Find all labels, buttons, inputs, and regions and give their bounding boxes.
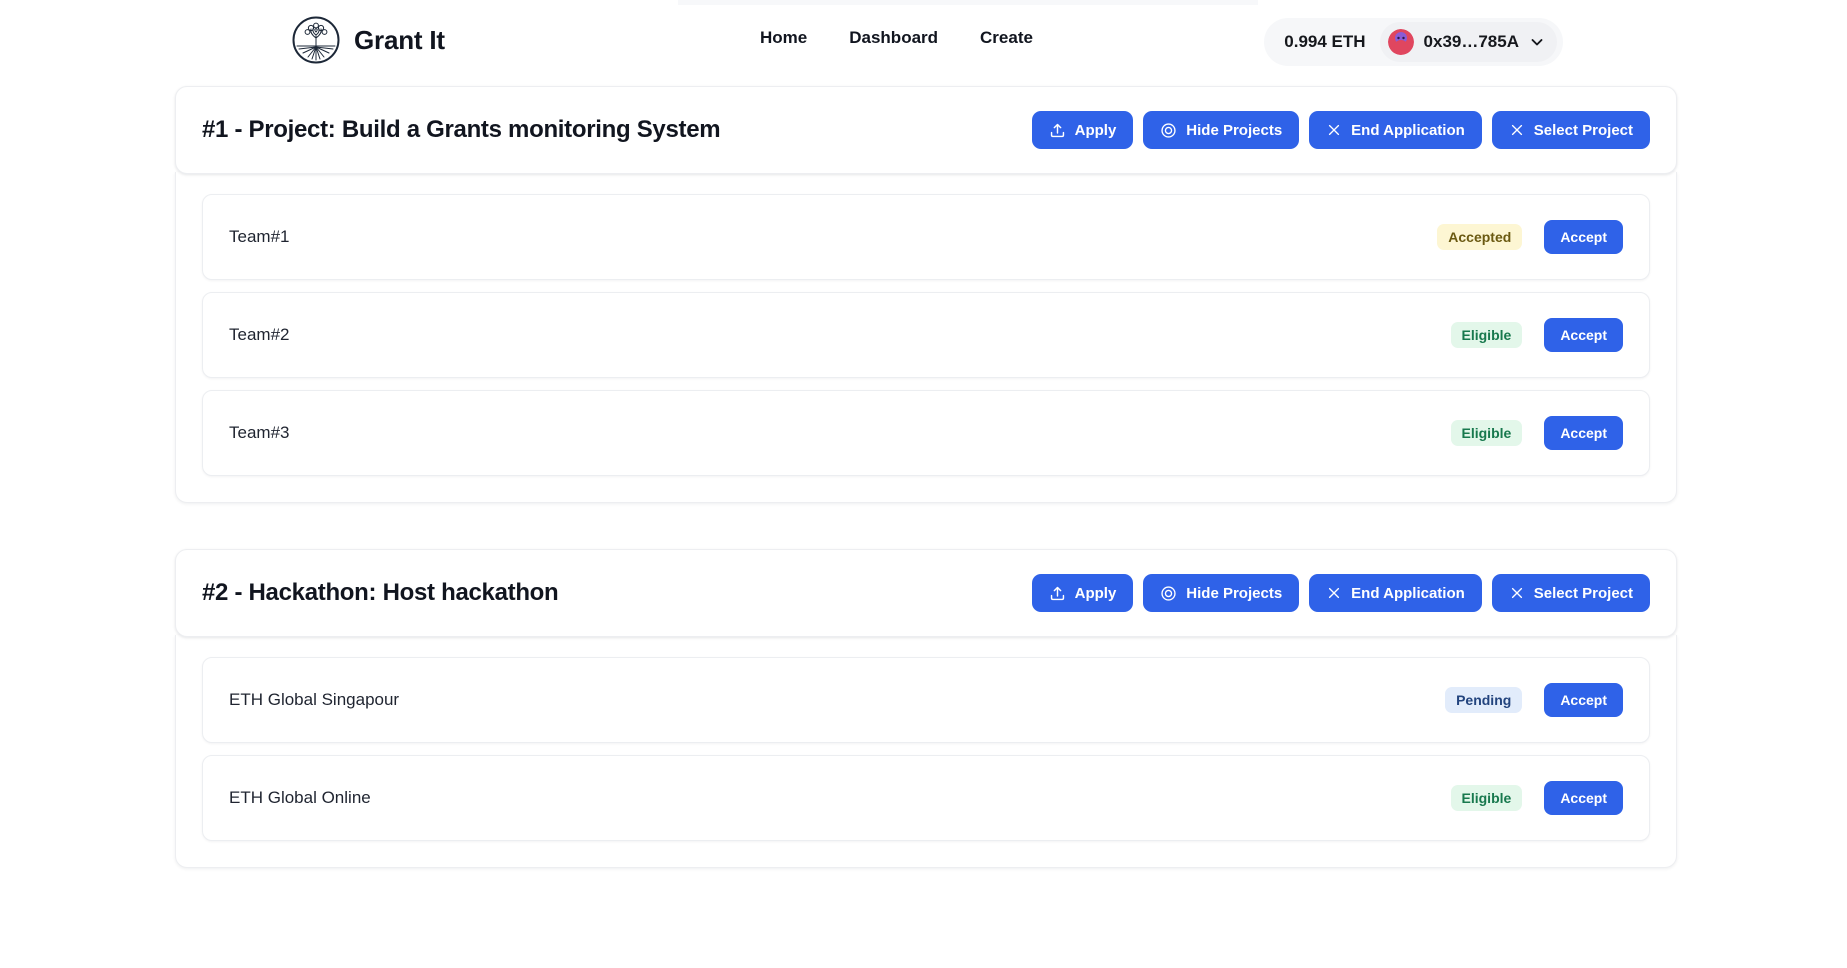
apply-button[interactable]: Apply — [1031, 574, 1134, 612]
accept-button[interactable]: Accept — [1544, 781, 1623, 815]
end-application-button[interactable]: End Application — [1309, 111, 1482, 149]
row-title: Team#3 — [229, 423, 290, 442]
hide-projects-button-label: Hide Projects — [1186, 584, 1283, 602]
table-row[interactable]: Team#2 Eligible Accept — [202, 292, 1650, 378]
nav-link-dashboard[interactable]: Dashboard — [849, 28, 938, 48]
app-root: Grant It Home Dashboard Create 0.994 ETH… — [0, 0, 1847, 968]
hackathon-header-card: #2 - Hackathon: Host hackathon Apply Hid… — [175, 549, 1677, 637]
hide-projects-button[interactable]: Hide Projects — [1143, 574, 1300, 612]
accept-button[interactable]: Accept — [1544, 220, 1623, 254]
row-title: Team#1 — [229, 227, 290, 246]
table-row[interactable]: Team#1 Accepted Accept — [202, 194, 1650, 280]
project-title: #1 - Project: Build a Grants monitoring … — [202, 116, 721, 143]
end-application-button[interactable]: End Application — [1309, 574, 1482, 612]
apply-button-label: Apply — [1074, 121, 1117, 139]
accept-button[interactable]: Accept — [1544, 683, 1623, 717]
close-x-icon — [1329, 587, 1340, 599]
hide-projects-button-label: Hide Projects — [1186, 121, 1283, 139]
row-title: ETH Global Singapour — [229, 690, 400, 709]
project-header-card: #1 - Project: Build a Grants monitoring … — [175, 86, 1677, 174]
site-header: Grant It Home Dashboard Create 0.994 ETH… — [0, 0, 1847, 86]
row-title: Team#2 — [229, 325, 290, 344]
table-row[interactable]: ETH Global Singapour Pending Accept — [202, 657, 1650, 743]
status-badge: Eligible — [1450, 785, 1523, 811]
table-row[interactable]: ETH Global Online Eligible Accept — [202, 755, 1650, 841]
hackathon-title: #2 - Hackathon: Host hackathon — [202, 579, 559, 606]
eye-circle-icon — [1161, 122, 1176, 138]
end-application-button-label: End Application — [1351, 121, 1465, 139]
wallet-balance: 0.994 ETH — [1284, 32, 1366, 51]
close-x-icon — [1329, 124, 1340, 136]
hackathon-rows-container: ETH Global Singapour Pending Accept ETH … — [175, 635, 1677, 868]
apply-button[interactable]: Apply — [1031, 111, 1134, 149]
wallet-address: 0x39…785A — [1423, 32, 1519, 51]
project-section: #1 - Project: Build a Grants monitoring … — [175, 86, 1677, 503]
nav-link-create[interactable]: Create — [980, 28, 1033, 48]
status-badge: Eligible — [1450, 322, 1523, 348]
row-right: Eligible Accept — [1450, 416, 1623, 450]
main-content: #1 - Project: Build a Grants monitoring … — [0, 86, 1847, 868]
accept-button[interactable]: Accept — [1544, 318, 1623, 352]
row-title: ETH Global Online — [229, 788, 371, 807]
brand[interactable]: Grant It — [292, 16, 445, 64]
row-right: Eligible Accept — [1450, 318, 1623, 352]
wallet-account-button[interactable]: 0x39…785A — [1379, 22, 1557, 62]
end-application-button-label: End Application — [1351, 584, 1465, 602]
select-project-button[interactable]: Select Project — [1491, 574, 1650, 612]
main-nav: Home Dashboard Create — [760, 28, 1033, 48]
brand-name: Grant It — [354, 24, 445, 55]
project-rows-container: Team#1 Accepted Accept Team#2 Eligible A… — [175, 172, 1677, 503]
chevron-down-icon[interactable] — [1529, 34, 1545, 50]
upload-icon — [1050, 586, 1064, 600]
close-x-icon — [1511, 124, 1522, 136]
close-x-icon — [1511, 587, 1522, 599]
select-project-button-label: Select Project — [1533, 121, 1633, 139]
nav-link-home[interactable]: Home — [760, 28, 807, 48]
table-row[interactable]: Team#3 Eligible Accept — [202, 390, 1650, 476]
select-project-button[interactable]: Select Project — [1491, 111, 1650, 149]
tree-circle-logo-icon — [292, 16, 340, 64]
row-right: Pending Accept — [1445, 683, 1623, 717]
row-right: Eligible Accept — [1450, 781, 1623, 815]
eye-circle-icon — [1161, 585, 1176, 601]
apply-button-label: Apply — [1074, 584, 1117, 602]
row-right: Accepted Accept — [1437, 220, 1623, 254]
upload-icon — [1050, 123, 1064, 137]
status-badge: Eligible — [1450, 420, 1523, 446]
hide-projects-button[interactable]: Hide Projects — [1143, 111, 1300, 149]
status-badge: Accepted — [1437, 224, 1523, 250]
wallet-widget[interactable]: 0.994 ETH 0x39…785A — [1264, 18, 1563, 66]
project-actions: Apply Hide Projects End Application Sele… — [1031, 111, 1650, 149]
status-badge: Pending — [1445, 687, 1523, 713]
wallet-avatar-icon — [1387, 29, 1414, 55]
select-project-button-label: Select Project — [1533, 584, 1633, 602]
hackathon-section: #2 - Hackathon: Host hackathon Apply Hid… — [175, 549, 1677, 868]
hackathon-actions: Apply Hide Projects End Application Sele… — [1031, 574, 1650, 612]
accept-button[interactable]: Accept — [1544, 416, 1623, 450]
